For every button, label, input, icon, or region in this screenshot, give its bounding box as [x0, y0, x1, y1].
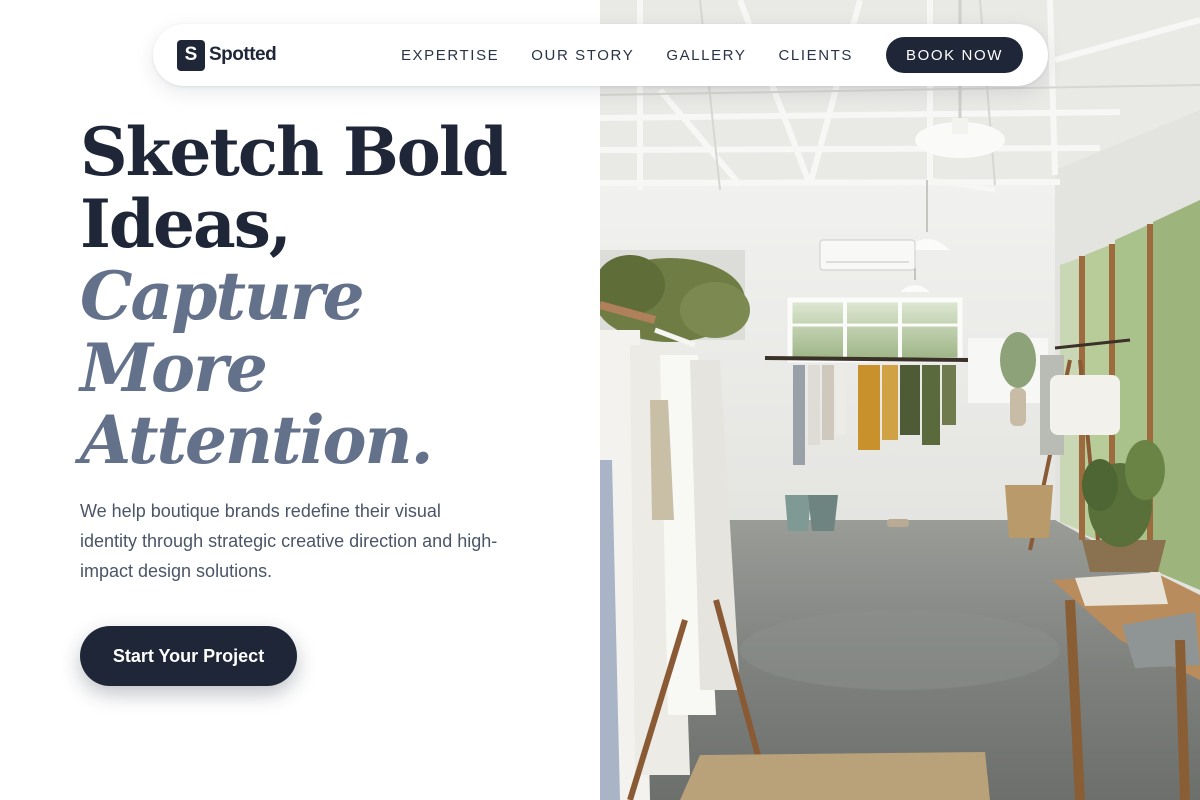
logo-text: Spotted — [209, 44, 277, 65]
hero: Sketch Bold Ideas, Capture More Attentio… — [80, 116, 580, 586]
headline-accent-line: Capture — [80, 257, 365, 335]
headline-accent-line: More — [80, 329, 268, 407]
logo[interactable]: S Spotted — [177, 39, 277, 71]
headline-line: Sketch Bold — [80, 113, 508, 191]
start-project-button[interactable]: Start Your Project — [80, 626, 297, 686]
navbar: S Spotted EXPERTISE OUR STORY GALLERY CL… — [153, 24, 1048, 86]
headline-accent-line: Attention. — [80, 401, 434, 479]
hero-photo — [600, 0, 1200, 800]
nav-link-our-story[interactable]: OUR STORY — [531, 47, 634, 64]
logo-mark: S — [177, 39, 205, 71]
nav-links: EXPERTISE OUR STORY GALLERY CLIENTS — [401, 47, 853, 64]
nav-link-expertise[interactable]: EXPERTISE — [401, 47, 499, 64]
nav-link-gallery[interactable]: GALLERY — [666, 47, 746, 64]
hero-description: We help boutique brands redefine their v… — [80, 501, 498, 581]
book-now-button[interactable]: BOOK NOW — [886, 37, 1023, 73]
headline-line: Ideas, — [80, 185, 292, 263]
nav-link-clients[interactable]: CLIENTS — [778, 47, 853, 64]
hero-headline: Sketch Bold Ideas, Capture More Attentio… — [80, 116, 580, 476]
